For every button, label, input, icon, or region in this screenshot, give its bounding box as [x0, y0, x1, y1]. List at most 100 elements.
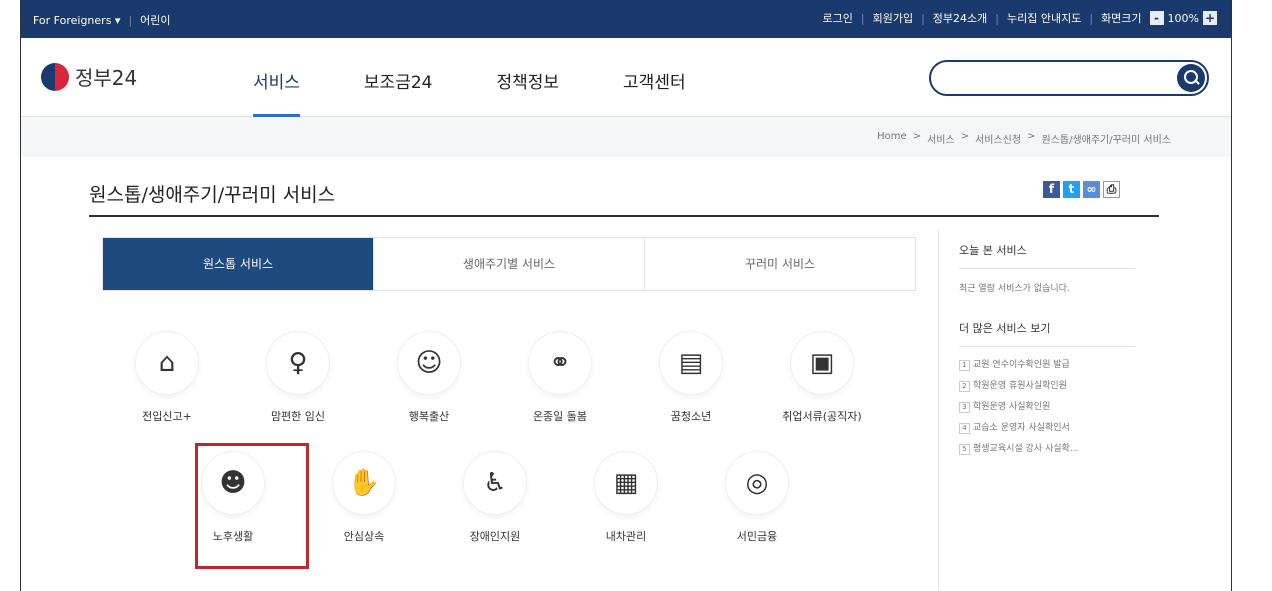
list-item-label: 학원운영 휴원사실확인원 [973, 381, 1067, 391]
page-frame: For Foreigners ▾ | 어린이 로그인 | 회원가입 | 정부24… [20, 0, 1232, 591]
service-item[interactable]: ⚭ 온종일 돌봄 [505, 332, 615, 424]
list-number: 2 [959, 381, 970, 392]
baby-icon: ☺ [398, 332, 460, 394]
briefcase-icon: ▣ [791, 332, 853, 394]
nav-policy-info[interactable]: 정책정보 [496, 68, 559, 93]
sidebar: 오늘 본 서비스 최근 열람 서비스가 없습니다. 더 많은 서비스 보기 1교… [938, 230, 1159, 591]
search-input[interactable] [945, 62, 1179, 94]
nav-customer-center[interactable]: 고객센터 [623, 68, 686, 93]
logo-text: 정부24 [75, 66, 138, 90]
crumb-services[interactable]: 서비스 [927, 131, 955, 146]
screen-size-label: 화면크기 [1101, 12, 1142, 25]
crumb-sep: > [1027, 131, 1036, 142]
list-number: 5 [959, 444, 970, 455]
list-item-label: 평생교육시설 강사 사실확... [973, 444, 1079, 454]
service-label: 행복출산 [408, 410, 450, 423]
recent-services-empty: 최근 열람 서비스가 없습니다. [959, 284, 1070, 294]
service-label: 맘편한 임신 [270, 410, 326, 423]
wheelchair-icon: ♿ [464, 452, 526, 514]
top-utility-bar: For Foreigners ▾ | 어린이 로그인 | 회원가입 | 정부24… [21, 0, 1231, 38]
print-icon[interactable]: ⎙ [1103, 181, 1120, 198]
house-icon: ⌂ [136, 332, 198, 394]
crumb-home[interactable]: Home [877, 131, 907, 146]
service-label: 꿈청소년 [670, 410, 712, 423]
service-item[interactable]: ▤ 꿈청소년 [636, 332, 746, 424]
divider: | [860, 11, 865, 25]
breadcrumb: Home > 서비스 > 서비스신청 > 원스톱/생애주기/꾸러미 서비스 [877, 131, 1171, 146]
breadcrumb-bar: Home > 서비스 > 서비스신청 > 원스톱/생애주기/꾸러미 서비스 [21, 117, 1231, 157]
link-icon[interactable]: ∞ [1083, 181, 1100, 198]
divider: | [995, 11, 999, 25]
list-number: 1 [959, 360, 970, 371]
twitter-icon[interactable]: t [1063, 181, 1080, 198]
login-link[interactable]: 로그인 [823, 10, 853, 26]
service-item[interactable]: ☺ 행복출산 [374, 332, 484, 424]
service-item[interactable]: ✋ 안심상속 [309, 452, 419, 544]
hands-icon: ✋ [333, 452, 395, 514]
title-divider [89, 215, 1159, 217]
share-buttons: f t ∞ ⎙ [1043, 181, 1120, 198]
ribbon-icon: ⚭ [529, 332, 591, 394]
main-header: 정부24 서비스 보조금24 정책정보 고객센터 [21, 38, 1231, 117]
service-item[interactable]: ◎ 서민금융 [702, 452, 812, 544]
recent-services-heading: 오늘 본 서비스 [959, 242, 1135, 269]
site-logo[interactable]: 정부24 [41, 62, 137, 91]
service-label: 전입신고+ [142, 410, 192, 423]
divider: | [1089, 11, 1094, 25]
zoom-out-button[interactable]: - [1149, 11, 1164, 25]
service-label: 온종일 돌봄 [532, 410, 588, 423]
tab-lifecycle[interactable]: 생애주기별 서비스 [374, 238, 645, 290]
taegeuk-logo-icon [41, 62, 69, 91]
service-label: 안심상속 [343, 530, 385, 543]
more-services-list: 1 교원 연수이수확인원 발급 2 학원운영 휴원사실확인원 3 학원운영 사실확인원… [959, 357, 1159, 455]
divider: | [921, 11, 925, 25]
list-item[interactable]: 3 학원운영 사실확인원 [959, 399, 1159, 413]
tab-bundle[interactable]: 꾸러미 서비스 [645, 238, 915, 290]
crumb-sep: > [912, 131, 922, 142]
search-icon[interactable] [1177, 64, 1205, 92]
divider: | [128, 13, 133, 27]
coins-icon: ◎ [726, 452, 788, 514]
zoom-in-button[interactable]: + [1203, 11, 1217, 25]
service-label: 취업서류(공직자) [782, 410, 862, 423]
book-icon: ▤ [660, 332, 722, 394]
crumb-sep: > [960, 131, 970, 142]
sitemap-link[interactable]: 누리집 안내지도 [1007, 10, 1081, 26]
crumb-apply[interactable]: 서비스신청 [975, 131, 1021, 146]
car-doc-icon: ▦ [595, 452, 657, 514]
highlight-box [195, 443, 309, 569]
zoom-value: 100% [1167, 11, 1199, 25]
list-item[interactable]: 5 평생교육시설 강사 사실확... [959, 441, 1159, 455]
service-item[interactable]: ▣ 취업서류(공직자) [767, 332, 877, 424]
facebook-icon[interactable]: f [1043, 181, 1060, 198]
for-foreigners-link[interactable]: For Foreigners ▾ [33, 14, 120, 27]
list-item[interactable]: 4 교습소 운영자 사실확인서 [959, 420, 1159, 434]
about-link[interactable]: 정부24소개 [933, 10, 987, 26]
service-label: 내차관리 [605, 530, 647, 543]
list-item[interactable]: 1 교원 연수이수확인원 발급 [959, 357, 1159, 371]
main-nav: 서비스 보조금24 정책정보 고객센터 [253, 68, 686, 117]
pregnancy-icon: ♀ [267, 332, 329, 394]
signup-link[interactable]: 회원가입 [873, 10, 913, 26]
service-item[interactable]: ♿ 장애인지원 [440, 452, 550, 544]
list-number: 3 [959, 402, 970, 413]
nav-services[interactable]: 서비스 [253, 68, 300, 117]
service-item[interactable]: ♀ 맘편한 임신 [243, 332, 353, 424]
kids-link[interactable]: 어린이 [140, 12, 170, 28]
service-item[interactable]: ⌂ 전입신고+ [112, 332, 222, 424]
service-tabs: 원스톱 서비스 생애주기별 서비스 꾸러미 서비스 [102, 237, 916, 291]
list-number: 4 [959, 423, 970, 434]
page-title: 원스톱/생애주기/꾸러미 서비스 [89, 184, 336, 206]
service-item[interactable]: ▦ 내차관리 [571, 452, 681, 544]
tab-onestop[interactable]: 원스톱 서비스 [103, 238, 374, 290]
service-label: 서민금융 [736, 530, 778, 543]
more-services-heading: 더 많은 서비스 보기 [959, 320, 1135, 347]
list-item-label: 교습소 운영자 사실확인서 [973, 423, 1070, 433]
list-item[interactable]: 2 학원운영 휴원사실확인원 [959, 378, 1159, 392]
nav-subsidy24[interactable]: 보조금24 [364, 68, 433, 93]
zoom-control: - 100% + [1149, 11, 1217, 25]
list-item-label: 학원운영 사실확인원 [973, 402, 1051, 412]
crumb-current: 원스톱/생애주기/꾸러미 서비스 [1041, 135, 1171, 146]
search-box [929, 60, 1209, 96]
list-item-label: 교원 연수이수확인원 발급 [973, 360, 1070, 370]
